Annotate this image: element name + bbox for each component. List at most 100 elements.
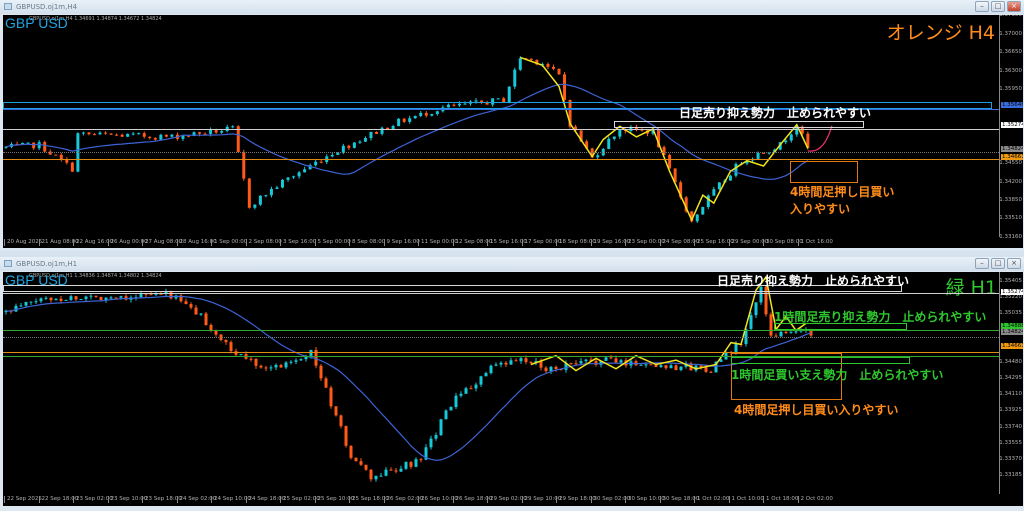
candle: [324, 376, 328, 388]
candle: [330, 152, 334, 158]
candle: [319, 159, 323, 164]
candle: [544, 366, 548, 374]
candle: [514, 358, 518, 362]
candle: [546, 62, 550, 70]
candle: [264, 194, 268, 198]
candle: [69, 294, 73, 301]
candle: [789, 133, 793, 143]
h4-price-axis[interactable]: 1.37350 1.37000 1.36650 1.36300 1.35950 1.345…: [999, 15, 1023, 248]
candle: [59, 152, 63, 162]
h1-time-axis[interactable]: 22 Sep 2025 22 Sep 18:00 23 Sep 02:00 23 Se…: [3, 494, 1000, 506]
orange-level-line[interactable]: [3, 159, 999, 160]
h4-window-titlebar[interactable]: GBPUSD.oj1m,H4 – □ ×: [0, 0, 1024, 14]
close-button[interactable]: ×: [1007, 1, 1021, 12]
candle: [104, 131, 108, 135]
candle: [429, 435, 433, 450]
candle: [789, 331, 793, 334]
candle: [504, 361, 508, 368]
candle: [639, 364, 643, 366]
candle: [124, 293, 128, 301]
price-axis-label: 1.34550: [999, 160, 1022, 167]
candle: [14, 303, 18, 312]
price-axis-label: 1.33160: [999, 234, 1022, 240]
candle: [279, 363, 283, 369]
candle: [712, 186, 716, 197]
h4-buy-zone[interactable]: [790, 161, 858, 183]
candle: [379, 472, 383, 477]
h1-price-axis[interactable]: 1.35405 1.35220 1.35035 1.34480 1.34295 1.341…: [999, 272, 1023, 506]
candle: [134, 294, 138, 301]
candle: [339, 414, 343, 429]
candle: [314, 159, 318, 167]
candle: [584, 358, 588, 364]
candle: [120, 133, 124, 137]
candle: [54, 298, 58, 301]
h4-buy-annotation-line1: 4時間足押し目買い: [790, 185, 895, 199]
candle: [49, 297, 53, 303]
price-axis-label: 1.33370: [999, 455, 1022, 462]
candle: [728, 174, 732, 181]
h1-price-plot[interactable]: [3, 272, 999, 494]
maximize-button[interactable]: □: [991, 258, 1005, 269]
price-axis-label: 1.35035: [999, 310, 1022, 317]
candle: [284, 361, 288, 369]
price-axis-label: 1.34295: [999, 375, 1022, 381]
candle: [369, 469, 373, 482]
candle: [247, 177, 251, 209]
candle: [94, 295, 98, 298]
chart-window-icon: [4, 260, 12, 267]
candle: [484, 371, 488, 377]
candle: [701, 206, 705, 215]
candle: [349, 445, 353, 460]
price-level-tag: 1.35274: [1001, 289, 1023, 296]
h4-time-axis[interactable]: 20 Aug 2025 21 Aug 08:00 22 Aug 16:00 26 Au…: [3, 237, 1000, 248]
candle: [274, 363, 278, 371]
candle: [734, 162, 738, 178]
white-level-line[interactable]: [3, 293, 999, 294]
candle: [469, 385, 473, 390]
candle: [254, 358, 258, 369]
candle: [499, 361, 503, 368]
candle: [99, 296, 103, 301]
green-level-line-upper[interactable]: [3, 330, 999, 331]
daily-resistance-zone-white[interactable]: [614, 121, 864, 128]
candle: [292, 175, 296, 179]
h4-symbol-label: GBP USD: [5, 15, 68, 31]
minimize-button[interactable]: –: [975, 258, 989, 269]
candle: [709, 370, 713, 373]
chart-window-icon: [4, 3, 12, 10]
price-axis-label: 1.34480: [999, 358, 1022, 365]
candle: [364, 464, 368, 471]
candle: [674, 364, 678, 371]
price-axis-label: 1.33510: [999, 215, 1022, 222]
candle: [618, 128, 622, 140]
candle: [384, 467, 388, 477]
candle: [569, 362, 573, 365]
minimize-button[interactable]: –: [975, 1, 989, 12]
white-level-line[interactable]: [3, 129, 999, 130]
close-button[interactable]: ×: [1007, 258, 1021, 269]
candle: [231, 125, 235, 129]
candle: [439, 418, 443, 436]
h1-support-zone[interactable]: [731, 357, 910, 364]
h1-window-titlebar[interactable]: GBPUSD.oj1m,H1 – □ ×: [0, 257, 1024, 271]
h1-chart-area[interactable]: 1.35405 1.35220 1.35035 1.34480 1.34295 1.341…: [3, 272, 1023, 506]
orange-level-line[interactable]: [3, 352, 999, 353]
candle: [194, 304, 198, 315]
candle: [98, 131, 102, 136]
time-axis-label: 1 Oct 02:00: [694, 496, 729, 503]
candle: [344, 425, 348, 448]
candle: [369, 131, 373, 141]
daily-resistance-annotation: 日足売り抑え勢力 止められやすい: [717, 274, 910, 288]
candle: [352, 142, 356, 149]
candle: [269, 186, 273, 198]
price-level-tag: 1.34824: [1001, 328, 1023, 335]
candle: [164, 134, 168, 138]
candle: [224, 339, 228, 345]
h1-resistance-annotation: 1時間足売り抑え勢力 止められやすい: [774, 310, 987, 324]
candle: [607, 136, 611, 150]
candle: [329, 385, 333, 409]
candle: [179, 294, 183, 303]
h4-chart-area[interactable]: 1.37350 1.37000 1.36650 1.36300 1.35950 1.345…: [3, 15, 1023, 248]
maximize-button[interactable]: □: [991, 1, 1005, 12]
